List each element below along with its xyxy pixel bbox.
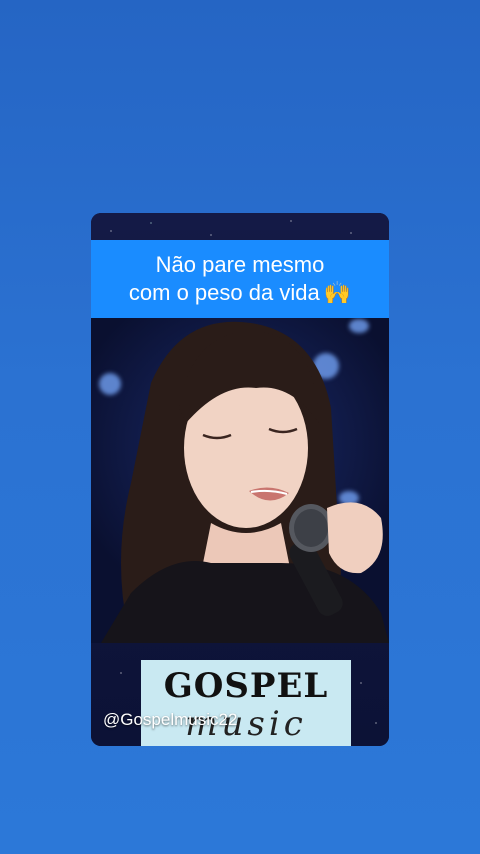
account-handle[interactable]: @Gospelmusic22: [103, 710, 237, 730]
singer-photo: [91, 313, 389, 643]
caption-box: Não pare mesmo com o peso da vida 🙌: [91, 240, 389, 318]
gospel-music-banner: GOSPEL music: [141, 660, 351, 746]
caption-line-2-text: com o peso da vida: [128, 280, 320, 305]
caption-line-2: com o peso da vida 🙌: [129, 279, 351, 307]
raised-hands-icon: 🙌: [323, 280, 352, 305]
video-card[interactable]: Não pare mesmo com o peso da vida 🙌 GOSPE…: [91, 213, 389, 746]
banner-title: GOSPEL: [163, 666, 329, 706]
caption-line-1: Não pare mesmo: [155, 252, 325, 277]
